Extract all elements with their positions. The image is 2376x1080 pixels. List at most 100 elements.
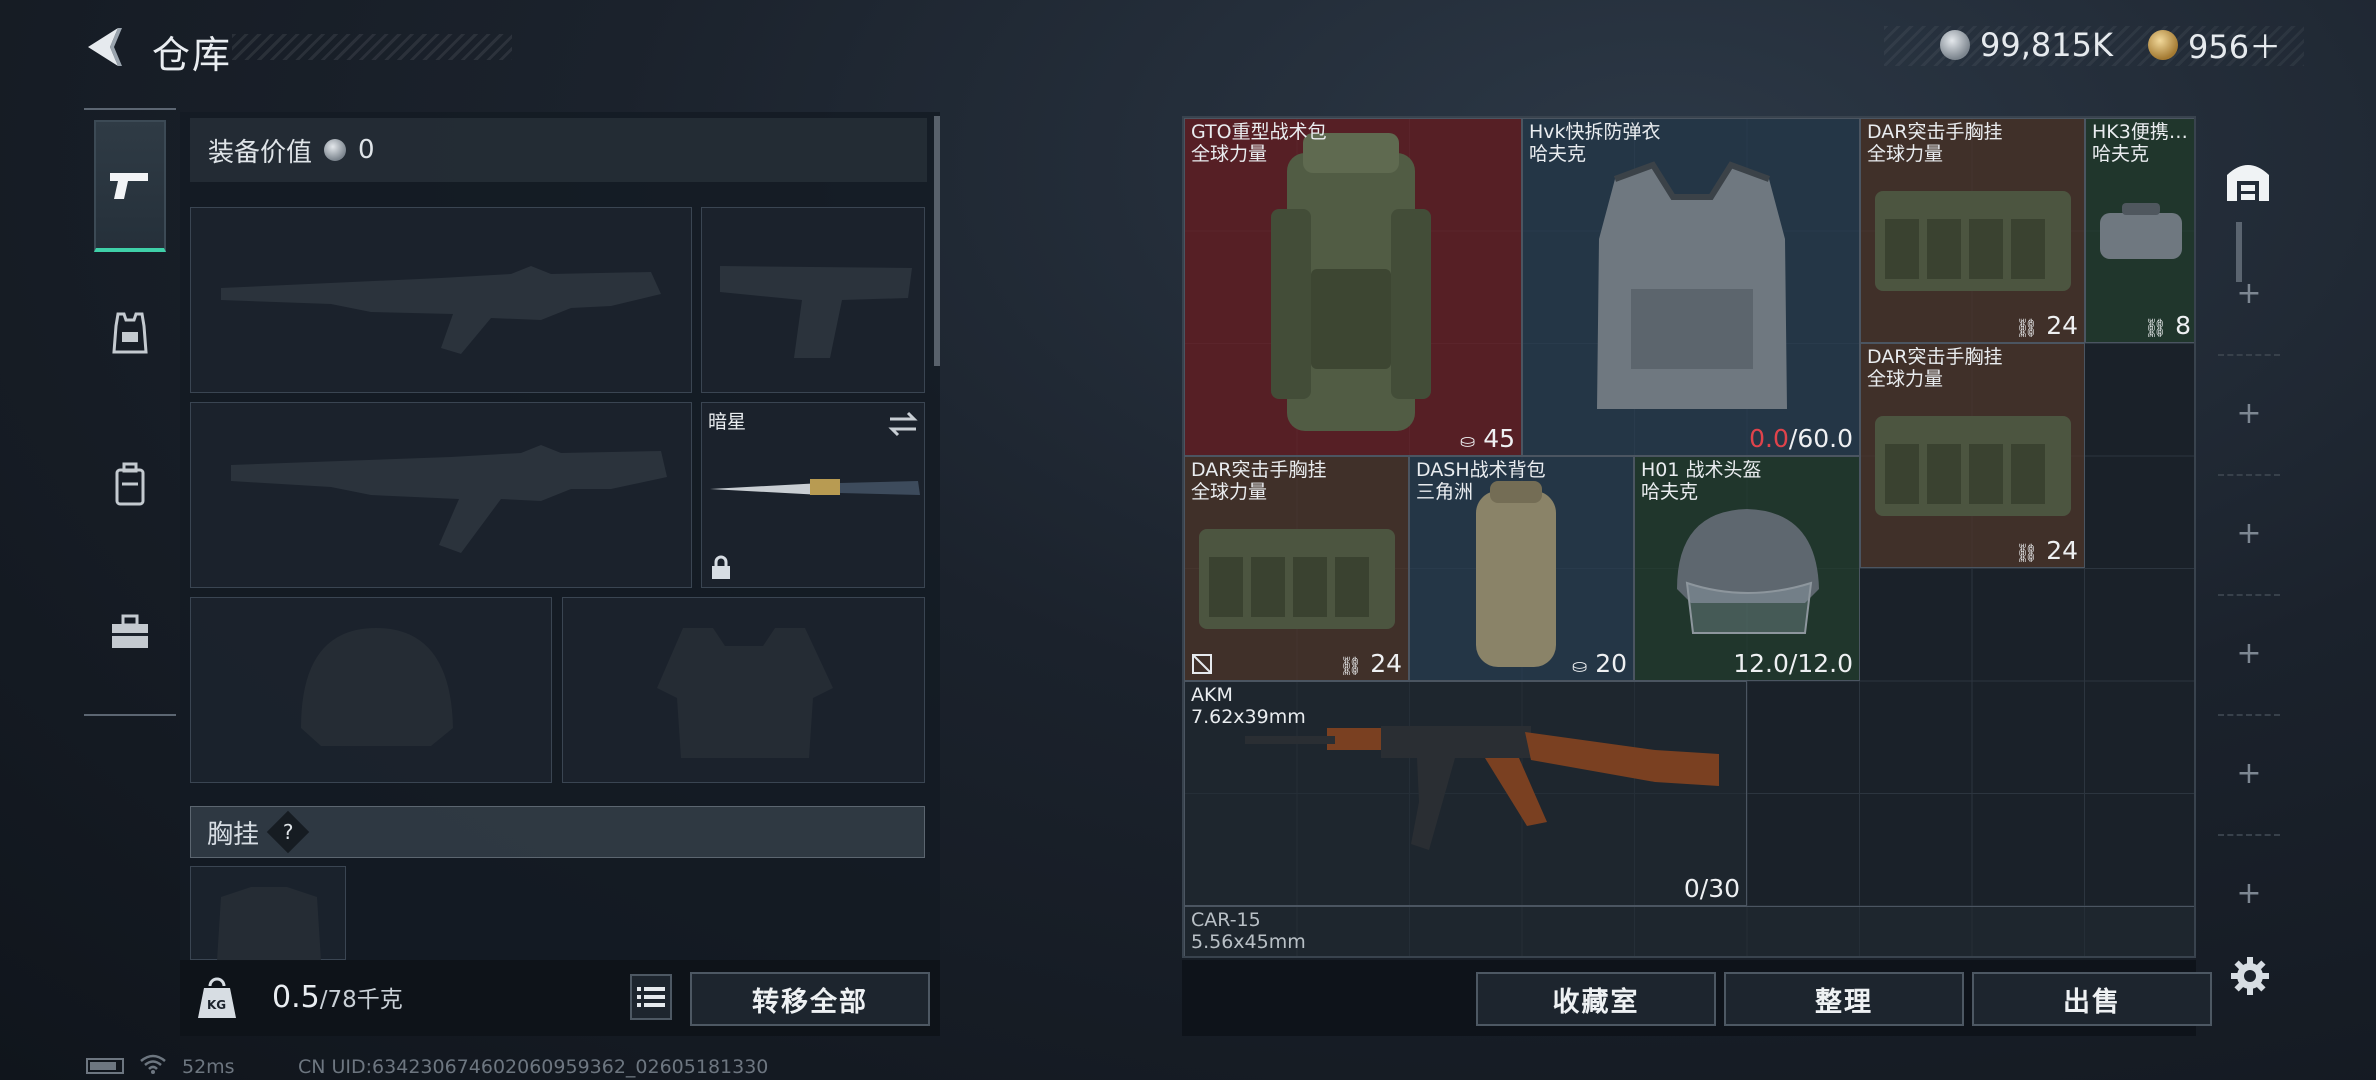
chest-rig-silhouette-icon [217, 887, 321, 961]
weight-badge: KG [196, 976, 238, 1020]
gold-currency[interactable]: 956＋ [2148, 22, 2281, 68]
sell-button[interactable]: 出售 [1972, 972, 2212, 1026]
rail-indicator [2236, 222, 2242, 282]
gold-amount: 956＋ [2188, 28, 2282, 66]
item-car15-rifle[interactable]: CAR-15 5.56x45mm [1184, 906, 2194, 956]
weight-max: /78千克 [319, 987, 403, 1013]
title-decoration [232, 34, 512, 60]
ping-text: 52ms [182, 1056, 235, 1078]
vest-icon [112, 312, 148, 354]
transfer-all-button[interactable]: 转移全部 [690, 972, 930, 1026]
back-button[interactable] [80, 22, 130, 72]
helmet-silhouette-icon [301, 628, 453, 746]
body-armor-image [1597, 161, 1787, 409]
silver-coin-icon [324, 139, 347, 161]
sidearm-slot[interactable] [701, 207, 925, 393]
settings-button[interactable] [2230, 956, 2270, 996]
rail-divider [2218, 714, 2280, 716]
plus-icon: + [2236, 636, 2262, 671]
capacity-label: ⛀ 45 [1460, 424, 1515, 453]
primary-weapon-slot[interactable] [190, 207, 692, 393]
capacity-label: ⛓ 24 [2015, 311, 2078, 340]
capacity-icon: ⛓ [2144, 318, 2168, 339]
loadout-scrollbar[interactable] [934, 116, 940, 366]
weight-display: 0.5/78千克 [272, 980, 403, 1015]
secondary-weapon-slot[interactable] [190, 402, 692, 588]
knife-icon [710, 479, 920, 495]
rifle-silhouette-icon [221, 266, 661, 354]
silver-currency[interactable]: 99,815K [1940, 22, 2113, 68]
add-page-button[interactable]: + [2234, 276, 2264, 311]
page-title: 仓库 [152, 33, 233, 77]
gold-triangle-coin-icon [2148, 30, 2178, 60]
melee-slot[interactable]: 暗星 [701, 402, 925, 588]
tab-backpack[interactable] [94, 418, 166, 550]
rail-divider [2218, 474, 2280, 476]
item-dar-chest-rig[interactable]: DAR突击手胸挂 全球力量 ⛓ 24 [1860, 118, 2085, 343]
chest-rig-section-header: 胸挂 ? [190, 806, 925, 858]
add-page-button[interactable]: + [2234, 636, 2264, 671]
add-page-button[interactable]: + [2234, 396, 2264, 431]
rifle-silhouette-icon [231, 445, 667, 553]
add-page-button[interactable]: + [2234, 516, 2264, 551]
capacity-icon: ⛓ [2015, 543, 2039, 564]
capacity-label: ⛓ 24 [1339, 649, 1402, 678]
capacity-icon: ⛓ [1339, 656, 1363, 677]
capacity-icon: ⛀ [1572, 656, 1588, 677]
list-icon [637, 987, 665, 1007]
capacity-label: ⛓ 8 [2144, 311, 2191, 340]
tab-tools[interactable] [94, 566, 166, 698]
equip-value-label: 装备价值 [208, 137, 313, 168]
armor-silhouette-icon [657, 628, 833, 758]
chest-rig-slot[interactable] [190, 866, 346, 961]
storage-grid: GTO重型战术包 全球力量 ⛀ 45 Hvk快拆防弹衣 哈夫克 0.0/60.0 D… [1182, 116, 2196, 958]
capacity-label: ⛓ 24 [2015, 536, 2078, 565]
rail-divider [2218, 834, 2280, 836]
item-hk3-portable-bag[interactable]: HK3便携… 哈夫克 ⛓ 8 [2085, 118, 2194, 343]
tab-armor[interactable] [94, 268, 166, 400]
capacity-icon: ⛓ [2015, 318, 2039, 339]
tab-weapons[interactable] [94, 120, 166, 252]
pistol-icon [110, 173, 148, 199]
capacity-icon: ⛀ [1460, 431, 1476, 452]
item-hvk-body-armor[interactable]: Hvk快拆防弹衣 哈夫克 0.0/60.0 [1522, 118, 1860, 456]
weight-badge-text: KG [207, 998, 227, 1012]
rail-divider [2218, 354, 2280, 356]
item-name: HK3便携… 哈夫克 [2092, 121, 2188, 165]
helmet-slot[interactable] [190, 597, 552, 783]
item-name: Hvk快拆防弹衣 哈夫克 [1529, 121, 1661, 165]
equip-value: 0 [358, 135, 375, 165]
item-dar-chest-rig[interactable]: DAR突击手胸挂 全球力量 ⛓ 24 [1184, 456, 1409, 681]
uid-text: CN UID:634230674602060959362_02605181330 [298, 1056, 769, 1078]
toolbox-icon [112, 614, 148, 648]
item-akm-rifle[interactable]: AKM 7.62x39mm 0/30 [1184, 681, 1747, 906]
item-dash-backpack[interactable]: DASH战术背包 三角洲 ⛀ 20 [1409, 456, 1634, 681]
list-view-button[interactable] [630, 974, 672, 1020]
storage-page-button[interactable] [2208, 152, 2288, 208]
item-gto-heavy-backpack[interactable]: GTO重型战术包 全球力量 ⛀ 45 [1184, 118, 1522, 456]
body-armor-slot[interactable] [562, 597, 925, 783]
wifi-icon [140, 1054, 166, 1079]
back-arrow-icon [88, 28, 122, 66]
item-name: H01 战术头盔 哈夫克 [1641, 459, 1762, 503]
silver-coin-icon [1940, 30, 1970, 60]
add-page-button[interactable]: + [2234, 756, 2264, 791]
collection-room-button[interactable]: 收藏室 [1476, 972, 1716, 1026]
plus-icon: + [2236, 516, 2262, 551]
backpack-image [1271, 133, 1431, 431]
sort-button[interactable]: 整理 [1724, 972, 1964, 1026]
ammo-count: 0/30 [1683, 874, 1740, 903]
item-name: DAR突击手胸挂 全球力量 [1867, 346, 2003, 390]
help-button[interactable]: ? [266, 810, 310, 854]
plus-icon: + [2236, 756, 2262, 791]
item-dar-chest-rig[interactable]: DAR突击手胸挂 全球力量 ⛓ 24 [1860, 343, 2085, 568]
weight-current: 0.5 [272, 980, 320, 1015]
add-page-button[interactable]: + [2234, 876, 2264, 911]
lock-icon [712, 555, 730, 579]
item-h01-helmet[interactable]: H01 战术头盔 哈夫克 12.0/12.0 [1634, 456, 1860, 681]
capacity-label: ⛀ 20 [1572, 649, 1627, 678]
plus-icon: + [2236, 396, 2262, 431]
item-name: DASH战术背包 三角洲 [1416, 459, 1546, 503]
backpack-icon [115, 462, 145, 506]
plus-icon: + [2236, 276, 2262, 311]
